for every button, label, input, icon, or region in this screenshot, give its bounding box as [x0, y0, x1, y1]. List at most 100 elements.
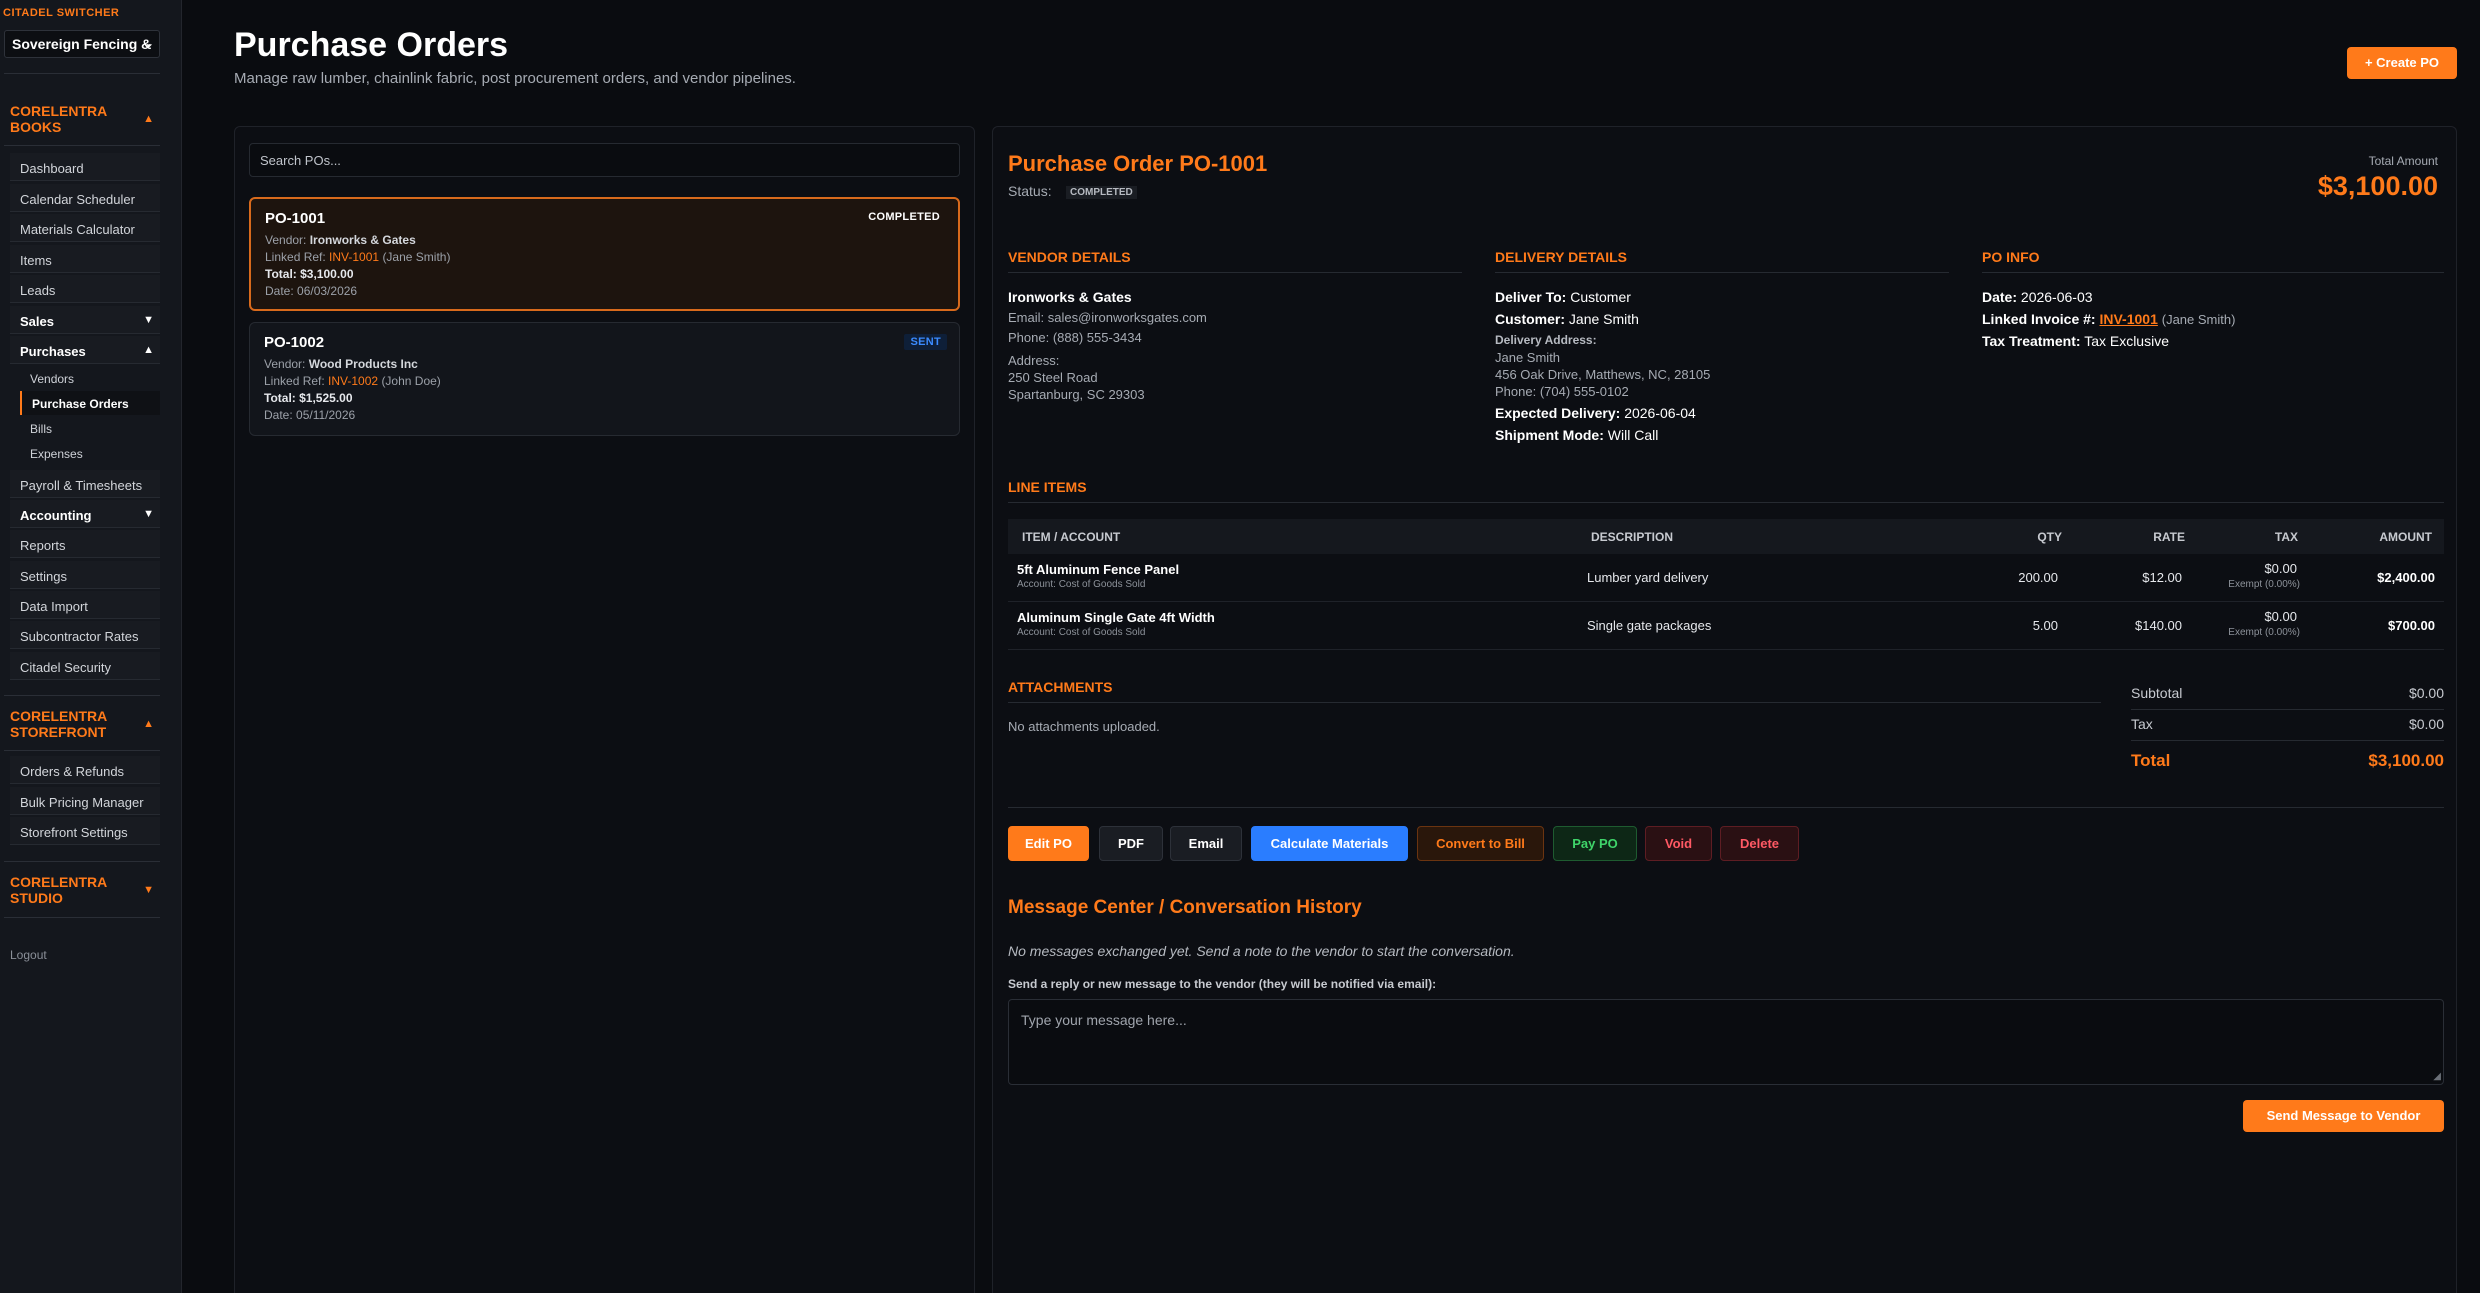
sidebar-item-subcontractor-rates[interactable]: Subcontractor Rates	[10, 621, 160, 649]
void-button[interactable]: Void	[1645, 826, 1712, 861]
section-studio-toggle[interactable]: CORELENTRA STUDIO ▼	[10, 874, 160, 906]
pay-po-button[interactable]: Pay PO	[1553, 826, 1637, 861]
item-account: Account: Cost of Goods Sold	[1017, 627, 1146, 638]
sidebar-item-accounting-label: Accounting	[20, 508, 92, 523]
chevron-down-icon: ▼	[143, 314, 154, 326]
linked-ref-link[interactable]: INV-1001	[329, 250, 379, 264]
sidebar-item-reports[interactable]: Reports	[10, 530, 160, 558]
messages-empty-state: No messages exchanged yet. Send a note t…	[1008, 943, 1515, 959]
po-detail-title: Purchase Order PO-1001	[1008, 151, 1268, 176]
sidebar-item-storefront-settings[interactable]: Storefront Settings	[10, 817, 160, 845]
sidebar-item-items[interactable]: Items	[10, 245, 160, 273]
delivery-customer: Customer: Jane Smith	[1495, 311, 1639, 327]
chevron-up-icon: ▲	[143, 344, 154, 356]
sidebar-item-purchases[interactable]: Purchases ▲	[10, 336, 160, 364]
status-label: Status:	[1008, 183, 1052, 199]
chevron-down-icon: ▼	[143, 508, 154, 520]
divider	[4, 917, 160, 918]
sidebar-item-materials-calculator[interactable]: Materials Calculator	[10, 214, 160, 242]
linked-invoice-link[interactable]: INV-1001	[2099, 311, 2157, 327]
sidebar-item-dashboard[interactable]: Dashboard	[10, 153, 160, 181]
item-qty: 5.00	[2032, 618, 2058, 633]
table-row: Aluminum Single Gate 4ft Width Account: …	[1008, 602, 2444, 650]
po-number: PO-1001	[265, 210, 326, 227]
col-description: DESCRIPTION	[1591, 530, 1674, 544]
delivery-address-label: Delivery Address:	[1495, 333, 1597, 347]
sidebar-item-citadel-security[interactable]: Citadel Security	[10, 652, 160, 680]
sidebar-item-accounting[interactable]: Accounting ▼	[10, 500, 160, 528]
total-value: $1,525.00	[299, 391, 353, 405]
col-rate: RATE	[2153, 530, 2185, 544]
edit-po-button[interactable]: Edit PO	[1008, 826, 1089, 861]
vendor-label: Vendor:	[265, 233, 307, 247]
po-vendor-line: Vendor: Wood Products Inc	[264, 357, 418, 371]
po-linked-line: Linked Ref: INV-1001 (Jane Smith)	[265, 250, 450, 264]
item-description: Single gate packages	[1587, 618, 1712, 633]
section-books-toggle[interactable]: CORELENTRA BOOKS ▲	[10, 103, 160, 135]
pdf-button[interactable]: PDF	[1099, 826, 1163, 861]
divider	[2131, 740, 2444, 741]
vendor-name: Ironworks & Gates	[1008, 289, 1132, 305]
vendor-details: Ironworks & Gates Email: sales@ironworks…	[1008, 289, 1462, 403]
sidebar-item-sales[interactable]: Sales ▼	[10, 306, 160, 334]
sidebar-item-payroll-timesheets[interactable]: Payroll & Timesheets	[10, 470, 160, 498]
linked-invoice: Linked Invoice #: INV-1001 (Jane Smith)	[1982, 311, 2236, 327]
shipment-mode: Shipment Mode: Will Call	[1495, 427, 1659, 443]
divider	[4, 145, 160, 146]
sidebar-subitem-vendors[interactable]: Vendors	[20, 366, 160, 390]
linked-label: Linked Ref:	[264, 374, 325, 388]
divider	[4, 73, 160, 74]
item-tax: $0.00	[2264, 609, 2297, 624]
message-textarea[interactable]: Type your message here... ◢	[1008, 999, 2444, 1085]
item-tax: $0.00	[2264, 561, 2297, 576]
sidebar-subitem-bills[interactable]: Bills	[20, 416, 160, 440]
company-switcher-select[interactable]: Sovereign Fencing & ⌄	[4, 30, 160, 58]
sidebar-item-purchases-label: Purchases	[20, 344, 86, 359]
divider	[4, 750, 160, 751]
item-tax-note: Exempt (0.00%)	[2228, 579, 2300, 590]
send-message-button[interactable]: Send Message to Vendor	[2243, 1100, 2444, 1132]
sidebar-item-data-import[interactable]: Data Import	[10, 591, 160, 619]
calculate-materials-button[interactable]: Calculate Materials	[1251, 826, 1408, 861]
date-value: 06/03/2026	[297, 284, 358, 298]
sidebar-item-orders-refunds[interactable]: Orders & Refunds	[10, 756, 160, 784]
chevron-up-icon: ▲	[143, 718, 154, 730]
divider	[1495, 272, 1949, 273]
email-button[interactable]: Email	[1170, 826, 1242, 861]
po-list-item[interactable]: PO-1001 COMPLETED Vendor: Ironworks & Ga…	[249, 197, 960, 311]
convert-to-bill-button[interactable]: Convert to Bill	[1417, 826, 1544, 861]
search-po-input[interactable]: Search POs...	[249, 143, 960, 177]
section-studio-title-2: STUDIO	[10, 890, 63, 906]
sidebar-item-calendar-scheduler[interactable]: Calendar Scheduler	[10, 184, 160, 212]
po-vendor-line: Vendor: Ironworks & Gates	[265, 233, 416, 247]
sidebar-item-leads[interactable]: Leads	[10, 275, 160, 303]
vendor-name: Ironworks & Gates	[309, 233, 416, 247]
sidebar-item-bulk-pricing-manager[interactable]: Bulk Pricing Manager	[10, 787, 160, 815]
po-list-item[interactable]: PO-1002 SENT Vendor: Wood Products Inc L…	[249, 322, 960, 436]
logout-link[interactable]: Logout	[10, 948, 47, 962]
deliver-to: Deliver To: Customer	[1495, 289, 1631, 305]
section-storefront-toggle[interactable]: CORELENTRA STOREFRONT ▲	[10, 708, 160, 740]
sidebar-item-sales-label: Sales	[20, 314, 54, 329]
po-detail-panel: Purchase Order PO-1001 Status: COMPLETED…	[992, 126, 2457, 1293]
delete-button[interactable]: Delete	[1720, 826, 1799, 861]
sidebar-subitem-expenses[interactable]: Expenses	[20, 441, 160, 465]
company-switcher-value: Sovereign Fencing &	[12, 36, 152, 52]
tax-label: Tax	[2131, 716, 2153, 732]
linked-label: Linked Ref:	[265, 250, 326, 264]
vendor-address-line2: Spartanburg, SC 29303	[1008, 387, 1145, 402]
sidebar-item-settings[interactable]: Settings	[10, 561, 160, 589]
sidebar-subitem-purchase-orders[interactable]: Purchase Orders	[20, 391, 160, 415]
linked-ref-link[interactable]: INV-1002	[328, 374, 378, 388]
resize-handle-icon[interactable]: ◢	[2433, 1071, 2441, 1082]
create-po-button[interactable]: + Create PO	[2347, 47, 2457, 79]
po-total-line: Total: $1,525.00	[264, 391, 353, 405]
po-list-panel: Search POs... PO-1001 COMPLETED Vendor: …	[234, 126, 975, 1293]
tax-treatment: Tax Treatment: Tax Exclusive	[1982, 333, 2169, 349]
switcher-label: CITADEL SWITCHER	[3, 7, 120, 19]
total-label: Total:	[265, 267, 297, 281]
divider	[4, 695, 160, 696]
date-label: Date:	[265, 284, 294, 298]
item-name: 5ft Aluminum Fence Panel	[1017, 562, 1180, 577]
chevron-down-icon: ⌄	[143, 36, 154, 50]
